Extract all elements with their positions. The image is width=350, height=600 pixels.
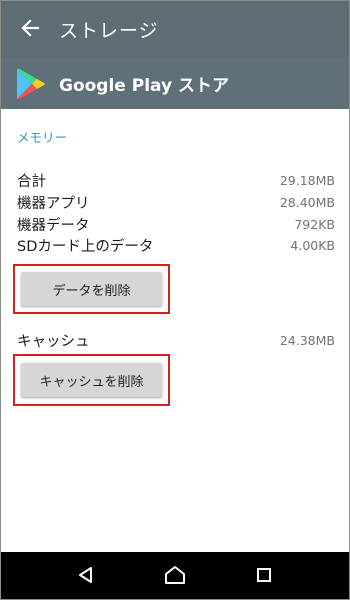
app-bar: ストレージ bbox=[1, 1, 349, 58]
clear-cache-button[interactable]: キャッシュを削除 bbox=[21, 363, 162, 397]
cache-label: キャッシュ bbox=[17, 333, 90, 350]
google-play-icon bbox=[1, 58, 59, 109]
app-name: Google Play ストア bbox=[59, 76, 229, 96]
nav-home-icon bbox=[164, 565, 186, 589]
list-item: 合計 29.18MB bbox=[17, 170, 335, 190]
row-label: SDカード上のデータ bbox=[17, 238, 154, 255]
arrow-back-icon bbox=[21, 18, 40, 41]
clear-data-button[interactable]: データを削除 bbox=[21, 272, 162, 306]
row-label: 機器アプリ bbox=[17, 195, 90, 212]
clear-cache-highlight: キャッシュを削除 bbox=[13, 354, 170, 406]
memory-section-header: メモリー bbox=[17, 130, 68, 145]
row-value: 29.18MB bbox=[279, 172, 335, 188]
app-header: Google Play ストア bbox=[1, 58, 349, 109]
list-item: SDカード上のデータ 4.00KB bbox=[17, 235, 335, 255]
back-button[interactable] bbox=[1, 1, 59, 58]
row-label: 機器データ bbox=[17, 217, 90, 234]
clear-data-highlight: データを削除 bbox=[13, 264, 170, 314]
screen: ストレージ Google Play ストア メモリー 合計 29.18MB 機器… bbox=[0, 0, 350, 600]
row-value: 28.40MB bbox=[279, 194, 335, 210]
row-label: 合計 bbox=[17, 173, 46, 190]
list-item: 機器アプリ 28.40MB bbox=[17, 192, 335, 212]
nav-recents-button[interactable] bbox=[240, 552, 288, 599]
nav-home-button[interactable] bbox=[151, 552, 199, 599]
navigation-bar bbox=[1, 552, 349, 599]
list-item: 機器データ 792KB bbox=[17, 214, 335, 234]
row-value: 792KB bbox=[294, 216, 335, 232]
nav-back-icon bbox=[77, 566, 95, 588]
cache-value: 24.38MB bbox=[279, 332, 335, 348]
nav-recents-icon bbox=[256, 567, 272, 587]
page-title: ストレージ bbox=[59, 20, 159, 42]
nav-back-button[interactable] bbox=[62, 552, 110, 599]
cache-row: キャッシュ 24.38MB bbox=[17, 330, 335, 350]
row-value: 4.00KB bbox=[290, 237, 335, 253]
